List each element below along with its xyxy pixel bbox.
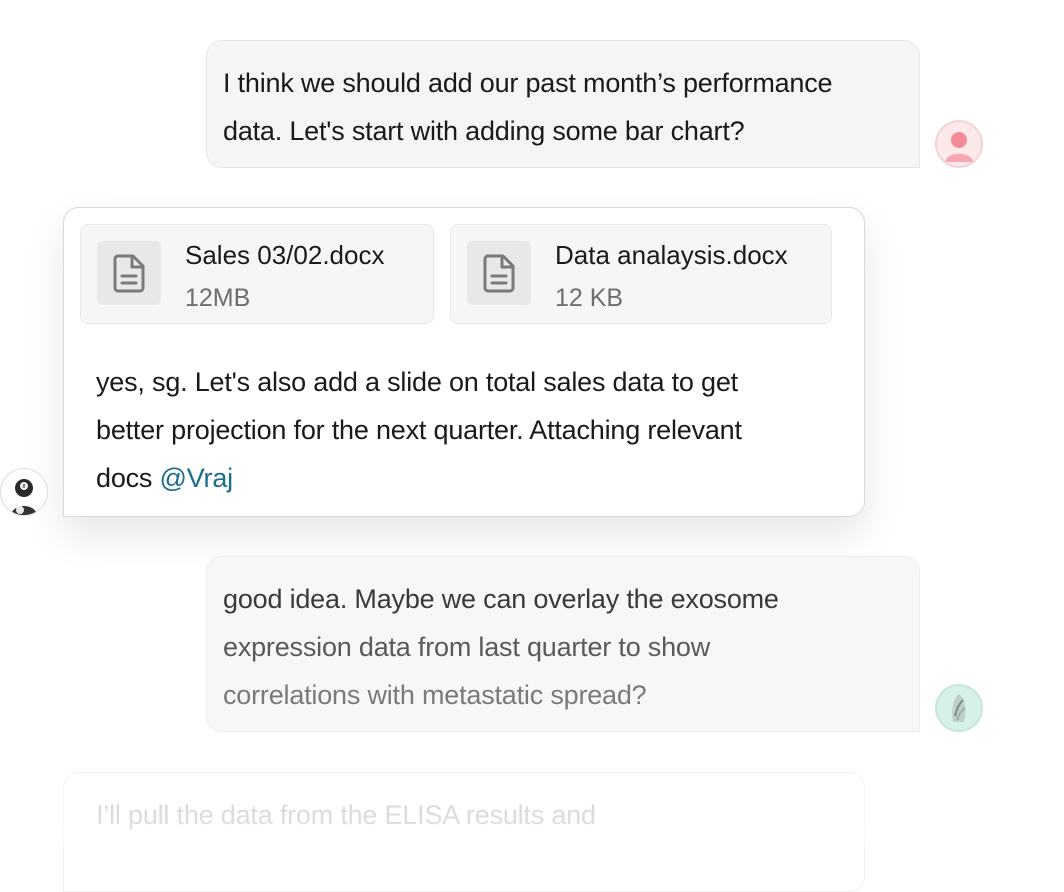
document-icon: [97, 241, 161, 305]
outgoing-message: I think we should add our past month’s p…: [206, 40, 920, 168]
incoming-message: Sales 03/02.docx 12MB Data analaysis.doc…: [63, 207, 865, 517]
message-line: I’ll pull the data from the ELISA result…: [96, 800, 596, 830]
attachment-card[interactable]: Data analaysis.docx 12 KB: [450, 224, 832, 324]
attachment-size: 12 KB: [555, 284, 624, 312]
svg-text:8: 8: [22, 484, 25, 490]
message-line: docs @Vraj: [96, 454, 846, 502]
user-avatar[interactable]: [935, 684, 983, 732]
incoming-message: I’ll pull the data from the ELISA result…: [63, 772, 865, 892]
outgoing-message: good idea. Maybe we can overlay the exos…: [206, 556, 920, 732]
attachment-name: Data analaysis.docx: [555, 240, 788, 270]
message-line: expression data from last quarter to sho…: [223, 632, 711, 662]
message-line: good idea. Maybe we can overlay the exos…: [223, 584, 779, 614]
document-icon: [467, 241, 531, 305]
illustrated-avatar-icon: [952, 694, 966, 722]
user-avatar[interactable]: 8: [0, 468, 48, 516]
eight-ball-avatar-icon: 8: [11, 479, 37, 515]
message-line: correlations with metastatic spread?: [223, 680, 647, 710]
attachment-name: Sales 03/02.docx: [185, 240, 385, 270]
message-body: yes, sg. Let's also add a slide on total…: [96, 358, 846, 502]
attachment-card[interactable]: Sales 03/02.docx 12MB: [80, 224, 434, 324]
user-mention-link[interactable]: @Vraj: [160, 463, 234, 493]
person-avatar-icon: [945, 132, 973, 162]
attachment-size: 12MB: [185, 284, 251, 312]
message-line: yes, sg. Let's also add a slide on total…: [96, 367, 738, 397]
user-avatar[interactable]: [935, 120, 983, 168]
message-line: data. Let's start with adding some bar c…: [223, 116, 745, 146]
message-line: I think we should add our past month’s p…: [223, 68, 833, 98]
message-line-text: docs: [96, 463, 160, 493]
message-line: better projection for the next quarter. …: [96, 415, 742, 445]
